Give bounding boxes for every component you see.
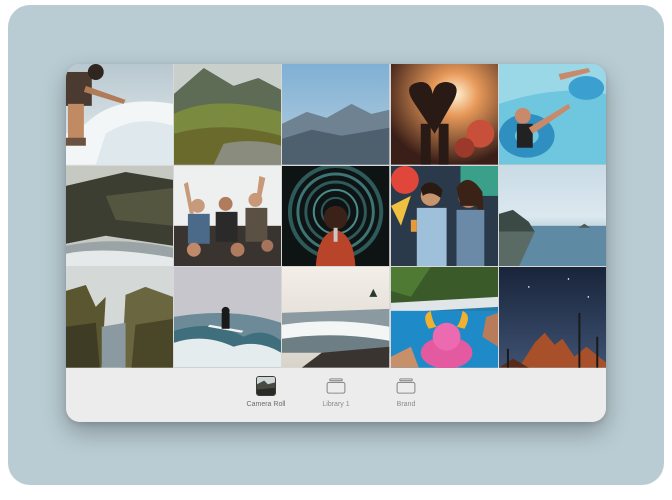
photo-surfer-splash[interactable] xyxy=(66,64,174,165)
photo-pool-float[interactable] xyxy=(498,64,606,165)
photo-surfer-wave[interactable] xyxy=(174,267,282,368)
tab-library-1-label: Library 1 xyxy=(322,401,350,408)
photo-women-mural[interactable] xyxy=(390,165,498,267)
photo-blue-mountains[interactable] xyxy=(282,64,390,165)
photo-ocean-island[interactable] xyxy=(498,165,606,267)
folder-icon xyxy=(325,376,347,396)
photo-coastal-cliffs[interactable] xyxy=(66,165,174,267)
camera-roll-thumbnail-icon xyxy=(255,376,277,396)
photo-singer-spiral[interactable] xyxy=(282,165,390,267)
tab-camera-roll-label: Camera Roll xyxy=(246,401,286,408)
photo-pool-bull[interactable] xyxy=(390,267,498,368)
tab-library-1[interactable]: Library 1 xyxy=(312,376,360,409)
tab-camera-roll[interactable]: Camera Roll xyxy=(242,376,290,409)
photo-green-valley[interactable] xyxy=(174,64,282,165)
folder-icon xyxy=(395,376,417,396)
tab-brand[interactable]: Brand xyxy=(382,376,430,409)
photo-grid xyxy=(66,64,606,368)
photo-concert-heart[interactable] xyxy=(390,64,498,165)
photo-rock-canyon[interactable] xyxy=(66,267,174,368)
photo-friends-celebrating[interactable] xyxy=(174,165,282,267)
tab-brand-label: Brand xyxy=(396,401,416,408)
album-tab-bar: Camera Roll Library 1 Brand xyxy=(66,368,606,422)
photo-desert-night[interactable] xyxy=(498,267,606,368)
photo-beach-waves[interactable] xyxy=(282,267,390,368)
tablet-screen: Camera Roll Library 1 Brand xyxy=(66,64,606,422)
